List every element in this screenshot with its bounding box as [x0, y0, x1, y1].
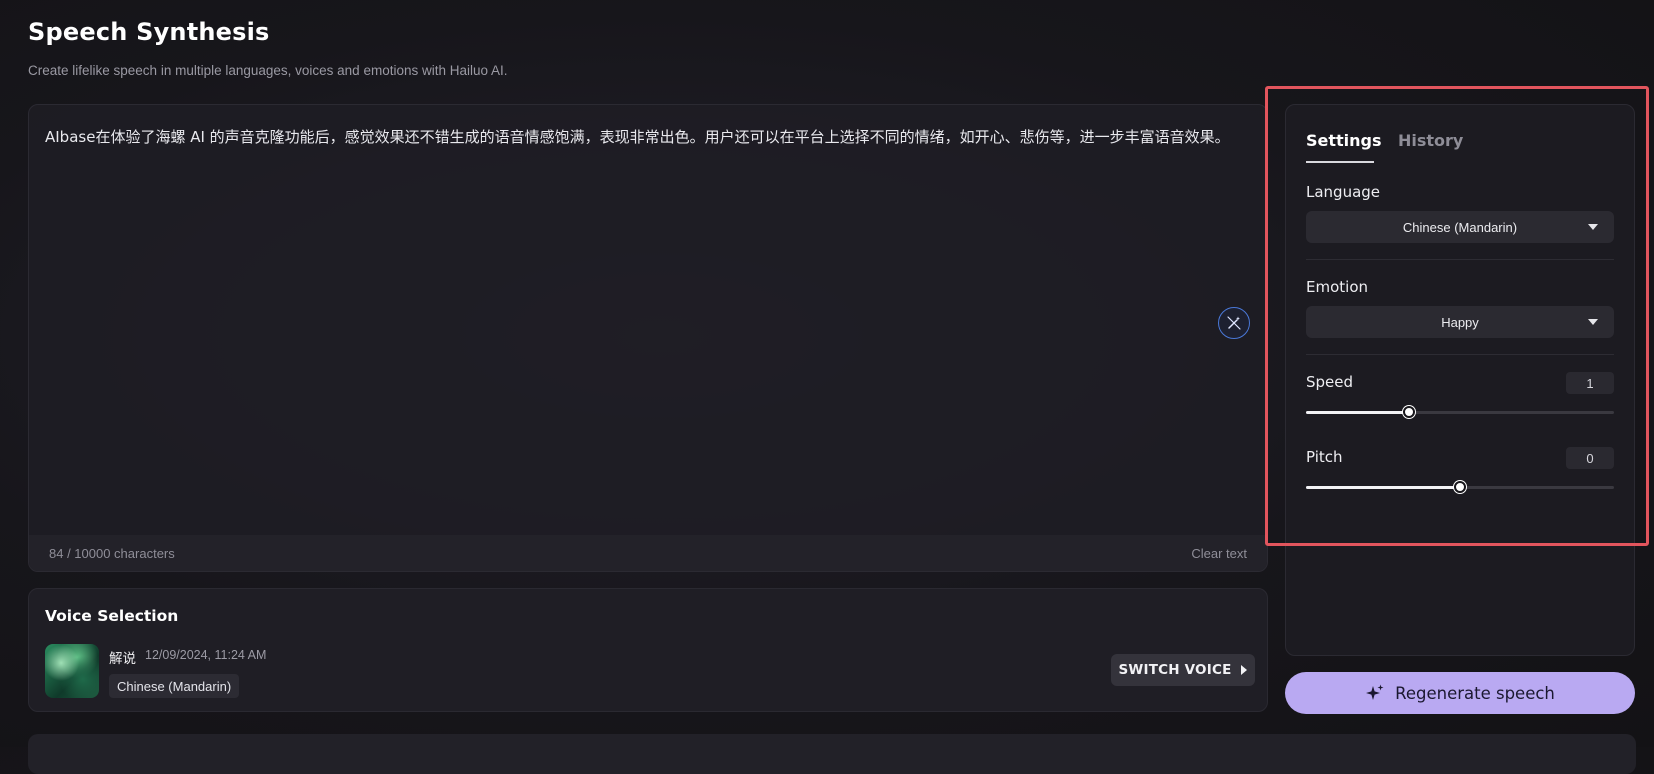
emotion-select-value: Happy — [1441, 314, 1479, 330]
voice-language-badge: Chinese (Mandarin) — [109, 674, 240, 698]
language-label: Language — [1306, 183, 1381, 201]
switch-voice-button[interactable]: SWITCH VOICE — [1111, 654, 1255, 686]
speed-value-input[interactable]: 1 — [1566, 372, 1614, 394]
regenerate-speech-button[interactable]: Regenerate speech — [1285, 672, 1635, 714]
voice-selection-card: Voice Selection 解说 12/09/2024, 11:24 AM … — [28, 588, 1268, 712]
speed-slider-fill — [1306, 411, 1409, 414]
chevron-down-icon — [1588, 224, 1598, 230]
voice-date: 12/09/2024, 11:24 AM — [145, 648, 267, 662]
pitch-slider[interactable] — [1306, 481, 1614, 493]
speed-label: Speed — [1306, 373, 1354, 391]
editor-text[interactable]: AIbase在体验了海螺 AI 的声音克隆功能后，感觉效果还不错生成的语音情感饱… — [45, 123, 1255, 152]
pitch-slider-thumb[interactable] — [1454, 481, 1466, 493]
chevron-down-icon — [1588, 319, 1598, 325]
tab-settings[interactable]: Settings — [1306, 131, 1382, 150]
sparkle-icon — [1366, 684, 1384, 700]
settings-panel: Settings History Language Chinese (Manda… — [1285, 104, 1635, 656]
emotion-label: Emotion — [1306, 278, 1368, 296]
editor-footer: 84 / 10000 characters Clear text — [29, 535, 1267, 571]
divider — [1306, 259, 1614, 260]
pitch-label: Pitch — [1306, 448, 1343, 466]
pitch-value-input[interactable]: 0 — [1566, 447, 1614, 469]
voice-name: 解说 — [109, 651, 136, 667]
bottom-panel — [28, 734, 1636, 774]
magic-wand-icon — [1227, 316, 1241, 330]
language-select-value: Chinese (Mandarin) — [1402, 219, 1518, 235]
character-count: 84 / 10000 characters — [49, 545, 175, 561]
speed-slider-thumb[interactable] — [1402, 406, 1415, 418]
clear-text-button[interactable]: Clear text — [1191, 546, 1247, 561]
speed-slider[interactable] — [1306, 406, 1614, 418]
divider — [1306, 354, 1614, 355]
switch-voice-label: SWITCH VOICE — [1118, 662, 1232, 678]
pitch-slider-fill — [1306, 486, 1460, 489]
voice-avatar — [45, 644, 99, 698]
regenerate-speech-label: Regenerate speech — [1395, 683, 1555, 703]
language-select[interactable]: Chinese (Mandarin) — [1306, 211, 1614, 243]
page-title: Speech Synthesis — [28, 18, 270, 46]
caret-right-icon — [1240, 665, 1247, 675]
voice-selection-title: Voice Selection — [45, 607, 179, 625]
tab-history[interactable]: History — [1398, 131, 1463, 150]
text-editor[interactable]: AIbase在体验了海螺 AI 的声音克隆功能后，感觉效果还不错生成的语音情感饱… — [28, 104, 1268, 572]
magic-wand-button[interactable] — [1218, 307, 1250, 339]
emotion-select[interactable]: Happy — [1306, 306, 1614, 338]
active-tab-indicator — [1306, 161, 1374, 163]
page-subtitle: Create lifelike speech in multiple langu… — [28, 63, 508, 78]
